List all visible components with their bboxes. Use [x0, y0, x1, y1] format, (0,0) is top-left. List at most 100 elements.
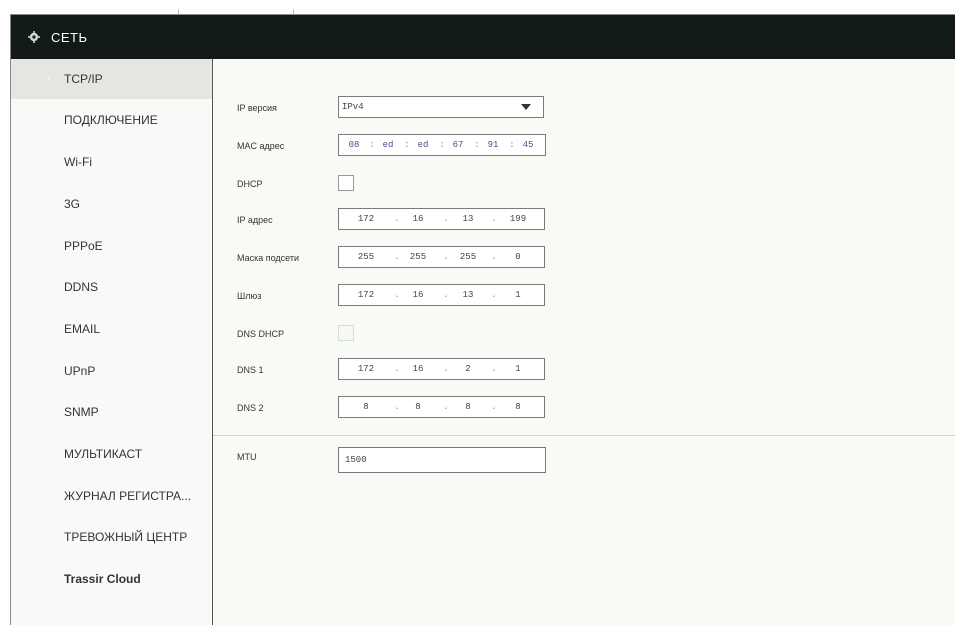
dns1-separator: .	[491, 364, 497, 374]
ip-separator: .	[491, 214, 497, 224]
mac-octet: 67	[452, 140, 464, 150]
sidebar-item-label: ЖУРНАЛ РЕГИСТРА...	[64, 489, 192, 503]
sidebar-item-label: МУЛЬТИКАСТ	[64, 447, 143, 461]
dns-dhcp-checkbox[interactable]	[338, 325, 354, 341]
mask-octet: 0	[515, 252, 521, 262]
tcpip-settings-panel: IP версия IPv4 MAC адрес 08 : ed : ed : …	[213, 59, 955, 625]
sidebar-item-trassir-cloud[interactable]: Trassir Cloud	[11, 559, 212, 599]
ip-address-field[interactable]: 172 . 16 . 13 . 199	[338, 208, 545, 230]
dns1-separator: .	[443, 364, 449, 374]
sidebar-item-label: Wi-Fi	[64, 155, 92, 169]
sidebar-item-label: Trassir Cloud	[64, 572, 141, 586]
dhcp-label: DHCP	[237, 179, 263, 189]
page-title: СЕТЬ	[51, 29, 88, 45]
network-gear-icon	[27, 30, 41, 44]
sidebar-item-alarm-center[interactable]: ТРЕВОЖНЫЙ ЦЕНТР	[11, 517, 212, 557]
dhcp-row: DHCP	[213, 172, 955, 196]
mtu-row: MTU 1500	[213, 447, 955, 473]
sidebar-item-connection[interactable]: ПОДКЛЮЧЕНИЕ	[11, 100, 212, 140]
ip-octet: 13	[462, 214, 474, 224]
gateway-octet: 1	[515, 290, 521, 300]
gateway-separator: .	[443, 290, 449, 300]
sidebar-item-label: EMAIL	[64, 322, 101, 336]
dns1-row: DNS 1 172 . 16 . 2 . 1	[213, 358, 955, 382]
subnet-mask-row: Маска подсети 255 . 255 . 255 . 0	[213, 246, 955, 270]
ip-address-row: IP адрес 172 . 16 . 13 . 199	[213, 208, 955, 232]
gateway-field[interactable]: 172 . 16 . 13 . 1	[338, 284, 545, 306]
sidebar-item-snmp[interactable]: SNMP	[11, 392, 212, 432]
ip-version-value: IPv4	[342, 102, 364, 112]
dns2-octet: 8	[415, 402, 421, 412]
dns1-separator: .	[394, 364, 400, 374]
ip-version-row: IP версия IPv4	[213, 96, 955, 120]
mask-octet: 255	[357, 252, 375, 262]
dropdown-arrow-icon	[521, 104, 531, 110]
mask-separator: .	[491, 252, 497, 262]
mac-octet: ed	[417, 140, 429, 150]
mac-address-field[interactable]: 08 : ed : ed : 67 : 91 : 45	[338, 134, 546, 156]
sidebar-item-label: ПОДКЛЮЧЕНИЕ	[64, 113, 158, 127]
dns2-separator: .	[394, 402, 400, 412]
sidebar-item-wifi[interactable]: Wi-Fi	[11, 142, 212, 182]
dns2-row: DNS 2 8 . 8 . 8 . 8	[213, 396, 955, 420]
title-bar: СЕТЬ	[11, 15, 955, 59]
subnet-mask-field[interactable]: 255 . 255 . 255 . 0	[338, 246, 545, 268]
dns1-label: DNS 1	[237, 365, 264, 375]
sidebar-item-email[interactable]: EMAIL	[11, 309, 212, 349]
section-divider	[213, 435, 955, 436]
sidebar: › TCP/IP ПОДКЛЮЧЕНИЕ Wi-Fi 3G PPPoE DDNS…	[11, 59, 213, 625]
dns2-octet: 8	[363, 402, 369, 412]
ip-octet: 16	[412, 214, 424, 224]
gateway-label: Шлюз	[237, 291, 262, 301]
mac-octet: ed	[382, 140, 394, 150]
chevron-right-icon: ›	[47, 73, 51, 85]
gateway-row: Шлюз 172 . 16 . 13 . 1	[213, 284, 955, 308]
ip-octet: 199	[509, 214, 527, 224]
sidebar-item-label: DDNS	[64, 280, 99, 294]
mask-separator: .	[394, 252, 400, 262]
mac-octet: 08	[348, 140, 360, 150]
ip-octet: 172	[357, 214, 375, 224]
dns2-label: DNS 2	[237, 403, 264, 413]
dns2-octet: 8	[465, 402, 471, 412]
ip-address-label: IP адрес	[237, 215, 273, 225]
gateway-octet: 172	[357, 290, 375, 300]
dns1-field[interactable]: 172 . 16 . 2 . 1	[338, 358, 545, 380]
dns1-octet: 172	[357, 364, 375, 374]
sidebar-item-registration-log[interactable]: ЖУРНАЛ РЕГИСТРА...	[11, 476, 212, 516]
mac-octet: 91	[487, 140, 499, 150]
sidebar-item-tcpip[interactable]: › TCP/IP	[11, 59, 212, 99]
mask-octet: 255	[409, 252, 427, 262]
dns1-octet: 16	[412, 364, 424, 374]
dns2-octet: 8	[515, 402, 521, 412]
dns2-separator: .	[491, 402, 497, 412]
sidebar-item-multicast[interactable]: МУЛЬТИКАСТ	[11, 434, 212, 474]
ip-version-label: IP версия	[237, 103, 277, 113]
gateway-separator: .	[491, 290, 497, 300]
gateway-octet: 16	[412, 290, 424, 300]
sidebar-item-label: ТРЕВОЖНЫЙ ЦЕНТР	[64, 530, 188, 544]
mtu-label: MTU	[237, 451, 257, 462]
sidebar-item-label: PPPoE	[64, 239, 103, 253]
mac-label: MAC адрес	[237, 141, 285, 151]
mask-separator: .	[443, 252, 449, 262]
sidebar-item-label: TCP/IP	[64, 72, 103, 86]
mtu-value: 1500	[345, 455, 367, 465]
dhcp-checkbox[interactable]	[338, 175, 354, 191]
gateway-separator: .	[394, 290, 400, 300]
ip-separator: .	[443, 214, 449, 224]
sidebar-item-3g[interactable]: 3G	[11, 184, 212, 224]
mask-octet: 255	[459, 252, 477, 262]
subnet-mask-label: Маска подсети	[237, 253, 300, 263]
mac-row: MAC адрес 08 : ed : ed : 67 : 91 : 45	[213, 134, 955, 158]
sidebar-item-ddns[interactable]: DDNS	[11, 267, 212, 307]
mtu-field[interactable]: 1500	[338, 447, 546, 473]
dns2-field[interactable]: 8 . 8 . 8 . 8	[338, 396, 545, 418]
dns-dhcp-row: DNS DHCP	[213, 322, 955, 346]
ip-version-select[interactable]: IPv4	[338, 96, 544, 118]
ip-separator: .	[394, 214, 400, 224]
sidebar-item-pppoe[interactable]: PPPoE	[11, 226, 212, 266]
gateway-octet: 13	[462, 290, 474, 300]
sidebar-item-upnp[interactable]: UPnP	[11, 351, 212, 391]
sidebar-item-label: 3G	[64, 197, 81, 211]
